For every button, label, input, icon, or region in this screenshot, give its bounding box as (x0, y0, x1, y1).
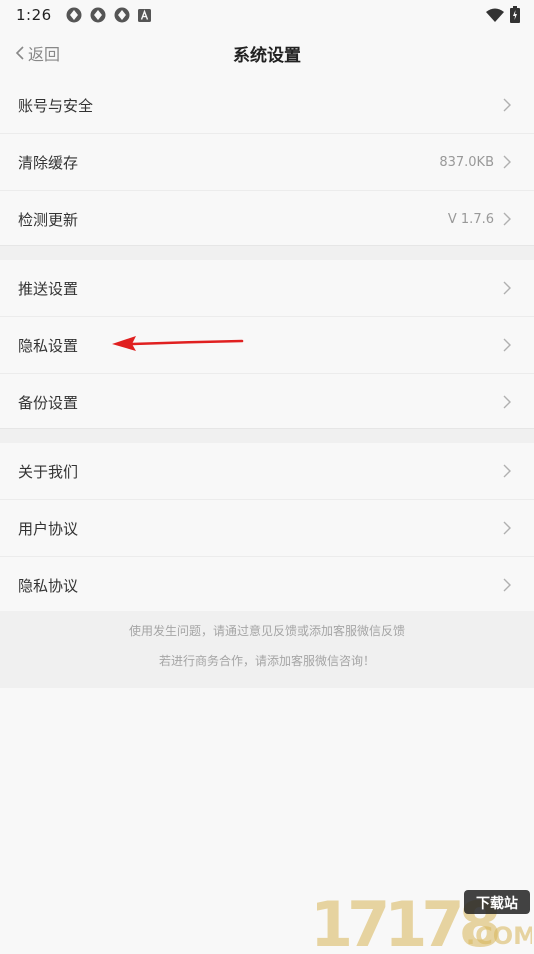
settings-item-user-agreement[interactable]: 用户协议 (0, 500, 534, 557)
chevron-right-icon (502, 394, 512, 410)
footer-line-feedback: 使用发生问题，请通过意见反馈或添加客服微信反馈 (0, 611, 534, 646)
nav-bar: 返回 系统设置 (0, 30, 534, 76)
watermark-logo: 17178 下载站 .COM (306, 886, 532, 950)
chevron-right-icon (502, 337, 512, 353)
a-badge-icon (138, 9, 151, 22)
chevron-right-icon (502, 520, 512, 536)
sync-icon (90, 7, 106, 23)
status-system-icons (486, 6, 520, 23)
settings-item-label: 备份设置 (18, 392, 78, 413)
status-bar: 1:26 (0, 0, 534, 30)
chevron-right-icon (502, 280, 512, 296)
settings-item-push[interactable]: 推送设置 (0, 260, 534, 317)
watermark-graphic: 17178 下载站 .COM (306, 886, 532, 950)
settings-item-backup[interactable]: 备份设置 (0, 374, 534, 430)
version-value: V 1.7.6 (448, 212, 494, 227)
group-divider (0, 428, 534, 444)
status-notification-icons (66, 7, 151, 23)
chevron-right-icon (502, 154, 512, 170)
settings-group-preferences: 推送设置 隐私设置 备份设置 (0, 260, 534, 430)
settings-item-label: 推送设置 (18, 278, 78, 299)
settings-group-about: 关于我们 用户协议 隐私协议 (0, 443, 534, 613)
red-arrow-annotation (110, 330, 250, 354)
settings-item-label: 关于我们 (18, 461, 78, 482)
settings-item-privacy[interactable]: 隐私设置 (0, 317, 534, 374)
status-time: 1:26 (16, 6, 52, 24)
settings-item-label: 清除缓存 (18, 152, 78, 173)
settings-item-clear-cache[interactable]: 清除缓存 837.0KB (0, 134, 534, 191)
footer-line-business: 若进行商务合作，请添加客服微信咨询！ (0, 646, 534, 676)
wifi-icon (486, 8, 504, 22)
chevron-right-icon (502, 211, 512, 227)
chevron-right-icon (502, 97, 512, 113)
chevron-right-icon (502, 577, 512, 593)
watermark-tag: 下载站 (476, 895, 518, 912)
page-title: 系统设置 (233, 41, 301, 66)
settings-item-label: 隐私协议 (18, 575, 78, 596)
cache-size-value: 837.0KB (439, 155, 494, 170)
back-label: 返回 (28, 41, 60, 65)
footer-note: 使用发生问题，请通过意见反馈或添加客服微信反馈 若进行商务合作，请添加客服微信咨… (0, 611, 534, 688)
settings-item-label: 用户协议 (18, 518, 78, 539)
settings-item-label: 隐私设置 (18, 335, 78, 356)
settings-item-privacy-agreement[interactable]: 隐私协议 (0, 557, 534, 613)
sync-icon (66, 7, 82, 23)
settings-group-account: 账号与安全 清除缓存 837.0KB 检测更新 V 1.7.6 (0, 77, 534, 247)
settings-item-account-security[interactable]: 账号与安全 (0, 77, 534, 134)
chevron-right-icon (502, 463, 512, 479)
sync-icon (114, 7, 130, 23)
group-divider (0, 245, 534, 261)
settings-item-about-us[interactable]: 关于我们 (0, 443, 534, 500)
settings-item-label: 检测更新 (18, 209, 78, 230)
chevron-left-icon (14, 45, 26, 61)
watermark-domain: .COM (466, 922, 532, 950)
settings-item-label: 账号与安全 (18, 95, 93, 116)
battery-icon (510, 6, 520, 23)
back-button[interactable]: 返回 (14, 30, 60, 76)
settings-item-check-update[interactable]: 检测更新 V 1.7.6 (0, 191, 534, 247)
